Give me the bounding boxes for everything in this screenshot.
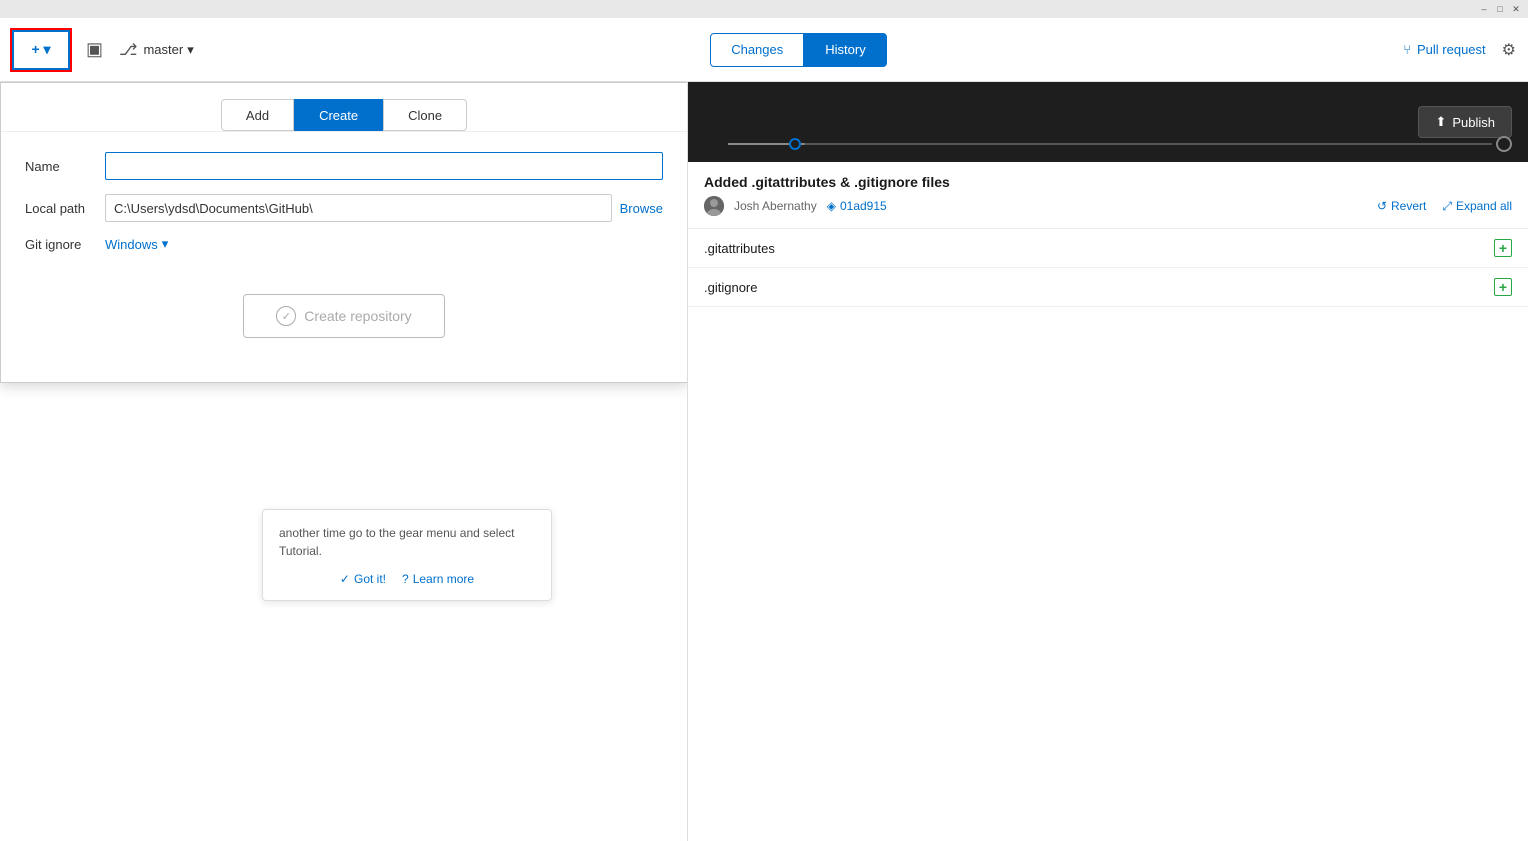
file-add-icon: +	[1494, 239, 1512, 257]
tutorial-card: another time go to the gear menu and sel…	[262, 509, 552, 601]
revert-icon: ↺	[1377, 199, 1387, 213]
pull-request-icon: ⑂	[1403, 42, 1411, 57]
branch-name: master	[143, 42, 183, 57]
tab-history[interactable]: History	[804, 33, 886, 67]
question-icon: ?	[402, 572, 409, 586]
commit-actions: ↺ Revert ⤢ Expand all	[1377, 199, 1512, 214]
expand-all-button[interactable]: ⤢ Expand all	[1442, 199, 1512, 214]
file-item-gitattributes[interactable]: .gitattributes +	[688, 229, 1528, 268]
local-path-row: Local path Browse	[25, 194, 663, 222]
tutorial-actions: ✓ Got it! ? Learn more	[279, 572, 535, 586]
gitignore-row: Git ignore Windows ▾	[25, 236, 663, 252]
right-header: ⬆ Publish	[688, 82, 1528, 162]
file-name-gitignore: .gitignore	[704, 280, 757, 295]
app-container: + ▾ ▣ ⎇ master ▾ Changes History ⑂ Pull …	[0, 18, 1528, 841]
dropdown-body: Name Local path Browse Git ignore Window…	[1, 132, 687, 382]
create-repo-dropdown: Add Create Clone Name Local path Browse	[0, 82, 688, 383]
title-bar: – □ ✕	[0, 0, 1528, 18]
got-it-button[interactable]: ✓ Got it!	[340, 572, 386, 586]
settings-button[interactable]: ⚙	[1502, 40, 1516, 60]
file-add-icon-2: +	[1494, 278, 1512, 296]
create-repo-label: Create repository	[304, 308, 411, 324]
revert-button[interactable]: ↺ Revert	[1377, 199, 1426, 213]
learn-more-label: Learn more	[413, 572, 474, 586]
commit-hash-container: ◈ 01ad915	[827, 199, 887, 213]
file-name-gitattributes: .gitattributes	[704, 241, 775, 256]
add-dropdown-button[interactable]: + ▾	[12, 30, 70, 70]
create-repo-button[interactable]: ✓ Create repository	[243, 294, 444, 338]
right-panel: ⬆ Publish Added .gitattributes & .gitign…	[688, 82, 1528, 841]
author-name: Josh Abernathy	[734, 199, 817, 213]
name-row: Name	[25, 152, 663, 180]
minimize-button[interactable]: –	[1476, 2, 1492, 16]
gitignore-value: Windows	[105, 237, 158, 252]
commit-area: Added .gitattributes & .gitignore files …	[688, 162, 1528, 229]
commit-meta: Josh Abernathy ◈ 01ad915 ↺ Revert ⤢ Expa…	[704, 196, 1512, 216]
commit-message: Added .gitattributes & .gitignore files	[704, 174, 1512, 190]
dropdown-tab-add[interactable]: Add	[221, 99, 294, 131]
branch-selector-button[interactable]: master ▾	[143, 42, 193, 58]
local-path-label: Local path	[25, 201, 105, 216]
expand-all-label: Expand all	[1456, 199, 1512, 213]
tab-changes[interactable]: Changes	[710, 33, 804, 67]
gitignore-select-button[interactable]: Windows ▾	[105, 236, 168, 252]
tutorial-text: another time go to the gear menu and sel…	[279, 524, 535, 560]
dropdown-tab-clone[interactable]: Clone	[383, 99, 467, 131]
commit-hash-value: 01ad915	[840, 199, 887, 213]
expand-icon: ⤢	[1442, 199, 1452, 214]
got-it-label: Got it!	[354, 572, 386, 586]
timeline-bar	[728, 142, 1512, 146]
browse-button[interactable]: Browse	[620, 201, 663, 216]
name-label: Name	[25, 159, 105, 174]
commit-icon: ◈	[827, 199, 836, 213]
toolbar-right: ⑂ Pull request ⚙	[1403, 40, 1516, 60]
timeline-dot	[789, 138, 801, 150]
maximize-button[interactable]: □	[1492, 2, 1508, 16]
gitignore-label: Git ignore	[25, 237, 105, 252]
close-button[interactable]: ✕	[1508, 2, 1524, 16]
sidebar-toggle-button[interactable]: ▣	[86, 39, 103, 60]
pull-request-button[interactable]: ⑂ Pull request	[1403, 42, 1485, 57]
main-toolbar: + ▾ ▣ ⎇ master ▾ Changes History ⑂ Pull …	[0, 18, 1528, 82]
revert-label: Revert	[1391, 199, 1426, 213]
content-area: Add Create Clone Name Local path Browse	[0, 82, 1528, 841]
avatar-image	[704, 196, 724, 216]
check-icon: ✓	[340, 572, 350, 586]
branch-icon: ⎇	[119, 40, 137, 60]
create-repo-area: ✓ Create repository	[25, 266, 663, 362]
publish-icon: ⬆	[1435, 114, 1446, 130]
publish-button[interactable]: ⬆ Publish	[1418, 106, 1512, 138]
learn-more-button[interactable]: ? Learn more	[402, 572, 474, 586]
local-path-input[interactable]	[105, 194, 612, 222]
avatar	[704, 196, 724, 216]
timeline-line	[728, 143, 1492, 145]
sidebar-icon: ▣	[86, 39, 103, 59]
file-list: .gitattributes + .gitignore +	[688, 229, 1528, 307]
dropdown-tab-create[interactable]: Create	[294, 99, 383, 131]
publish-label: Publish	[1452, 115, 1495, 130]
left-panel: Add Create Clone Name Local path Browse	[0, 82, 688, 841]
timeline-end	[1496, 136, 1512, 152]
tab-group: Changes History	[194, 33, 1403, 67]
dropdown-tab-group: Add Create Clone	[1, 83, 687, 132]
pull-request-label: Pull request	[1417, 42, 1486, 57]
name-input[interactable]	[105, 152, 663, 180]
gitignore-dropdown-icon: ▾	[162, 236, 169, 252]
check-circle-icon: ✓	[276, 306, 296, 326]
file-item-gitignore[interactable]: .gitignore +	[688, 268, 1528, 307]
